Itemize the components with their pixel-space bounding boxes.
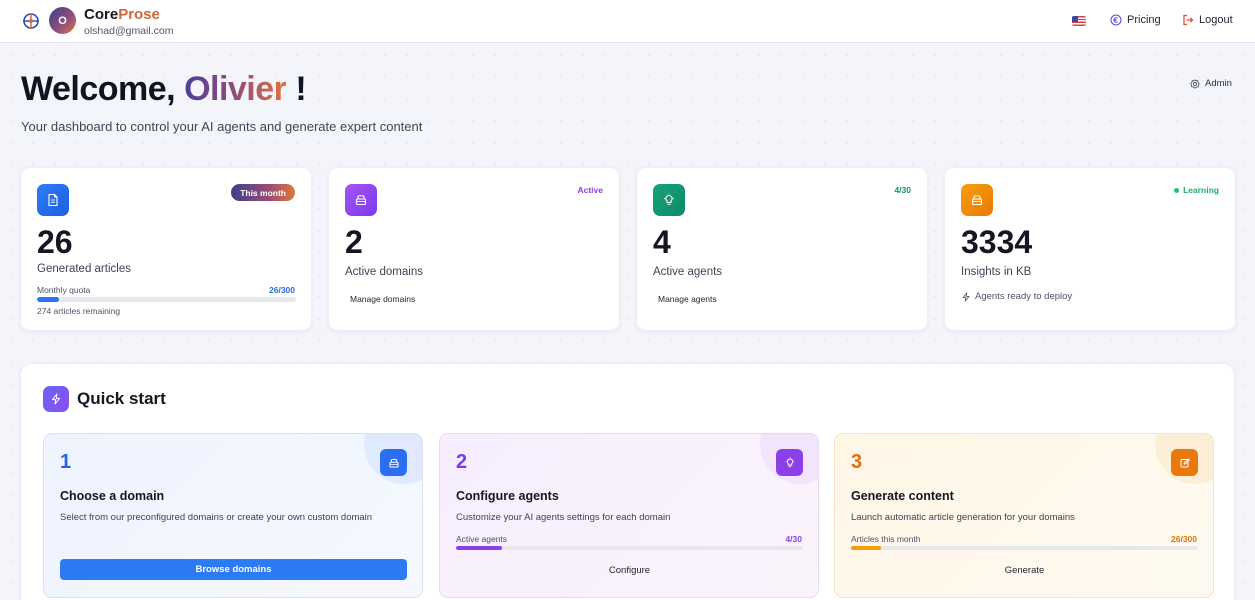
progress-value: 26/300 <box>1171 534 1197 544</box>
progress-value: 4/30 <box>785 534 802 544</box>
pricing-link[interactable]: Pricing <box>1110 14 1161 26</box>
lightbulb-icon <box>776 449 803 476</box>
stat-label: Generated articles <box>37 263 131 275</box>
deploy-note: Agents ready to deploy <box>961 291 1072 302</box>
status-badge: Active <box>577 185 603 195</box>
package-icon <box>345 184 377 216</box>
user-email: olshad@gmail.com <box>84 25 174 37</box>
pricing-label: Pricing <box>1127 14 1161 26</box>
manage-agents-link[interactable]: Manage agents <box>658 294 717 304</box>
stat-label: Active agents <box>653 266 723 278</box>
crosshair-logo-icon[interactable] <box>22 12 40 30</box>
stat-value: 3334 <box>961 224 1033 260</box>
status-badge: Learning <box>1174 185 1219 195</box>
step-title: Choose a domain <box>60 489 165 503</box>
section-title: Quick start <box>77 389 166 408</box>
user-first-name: Olivier <box>184 70 287 108</box>
quota-progress-bar <box>37 297 296 302</box>
step-card-generate-content: 3 Generate content Launch automatic arti… <box>834 433 1214 598</box>
status-dot <box>1174 187 1180 193</box>
quota-progress-fill <box>37 297 60 302</box>
quota-label: Monthly quota <box>37 285 91 295</box>
step-number: 2 <box>456 451 468 473</box>
step-description: Select from our preconfigured domains or… <box>60 512 373 523</box>
us-flag-icon[interactable] <box>1072 16 1086 26</box>
edit-icon <box>1171 449 1198 476</box>
status-badge: This month <box>231 184 295 201</box>
stat-card-insights: Learning 3334 Insights in KB Agents read… <box>944 167 1236 331</box>
brand-name: CoreProse <box>84 6 160 23</box>
lightning-icon <box>962 291 970 302</box>
articles-progress-fill <box>851 546 882 550</box>
generate-button[interactable]: Generate <box>851 560 1198 580</box>
package-icon <box>380 449 407 476</box>
lightbulb-icon <box>653 184 685 216</box>
stat-card-articles: This month 26 Generated articles Monthly… <box>20 167 312 331</box>
stat-card-agents: 4/30 4 Active agents Manage agents <box>636 167 928 331</box>
remaining-text: 274 articles remaining <box>37 306 121 316</box>
top-bar: O CoreProse olshad@gmail.com Pricing Log… <box>0 0 1255 43</box>
configure-button[interactable]: Configure <box>456 560 803 580</box>
stat-label: Insights in KB <box>961 266 1032 278</box>
logout-label: Logout <box>1199 14 1233 26</box>
stat-card-domains: Active 2 Active domains Manage domains <box>328 167 620 331</box>
logout-icon <box>1183 14 1194 26</box>
avatar[interactable]: O <box>49 7 76 34</box>
step-description: Customize your AI agents settings for ea… <box>456 512 671 523</box>
page-subtitle: Your dashboard to control your AI agents… <box>21 119 423 134</box>
step-card-configure-agents: 2 Configure agents Customize your AI age… <box>439 433 819 598</box>
step-description: Launch automatic article generation for … <box>851 512 1075 523</box>
quota-value: 26/300 <box>269 285 295 295</box>
step-title: Configure agents <box>456 489 559 503</box>
step-title: Generate content <box>851 489 954 503</box>
step-card-choose-domain: 1 Choose a domain Select from our precon… <box>43 433 423 598</box>
deploy-note-label: Agents ready to deploy <box>975 291 1073 302</box>
progress-label: Active agents <box>456 534 508 544</box>
admin-label: Admin <box>1205 78 1232 89</box>
admin-button[interactable]: Admin <box>1190 78 1232 89</box>
manage-domains-link[interactable]: Manage domains <box>350 294 415 304</box>
articles-progress-bar <box>851 546 1198 550</box>
agents-progress-fill <box>456 546 503 550</box>
browse-domains-button[interactable]: Browse domains <box>60 559 407 580</box>
stat-value: 2 <box>345 224 363 260</box>
status-badge-label: Learning <box>1183 185 1219 195</box>
step-number: 1 <box>60 451 72 473</box>
agents-progress-bar <box>456 546 803 550</box>
logout-link[interactable]: Logout <box>1182 14 1233 26</box>
progress-label: Articles this month <box>851 534 921 544</box>
euro-coin-icon <box>1110 14 1122 26</box>
lightning-icon <box>43 386 69 412</box>
package-icon <box>961 184 993 216</box>
step-number: 3 <box>851 451 863 473</box>
stat-label: Active domains <box>345 266 423 278</box>
stat-value: 4 <box>653 224 671 260</box>
document-icon <box>37 184 69 216</box>
quick-start-panel: Quick start 1 Choose a domain Select fro… <box>20 363 1235 600</box>
stat-value: 26 <box>37 224 73 260</box>
status-badge: 4/30 <box>894 185 911 195</box>
gear-icon <box>1190 78 1200 89</box>
page-title: Welcome, Olivier ! <box>21 70 307 108</box>
